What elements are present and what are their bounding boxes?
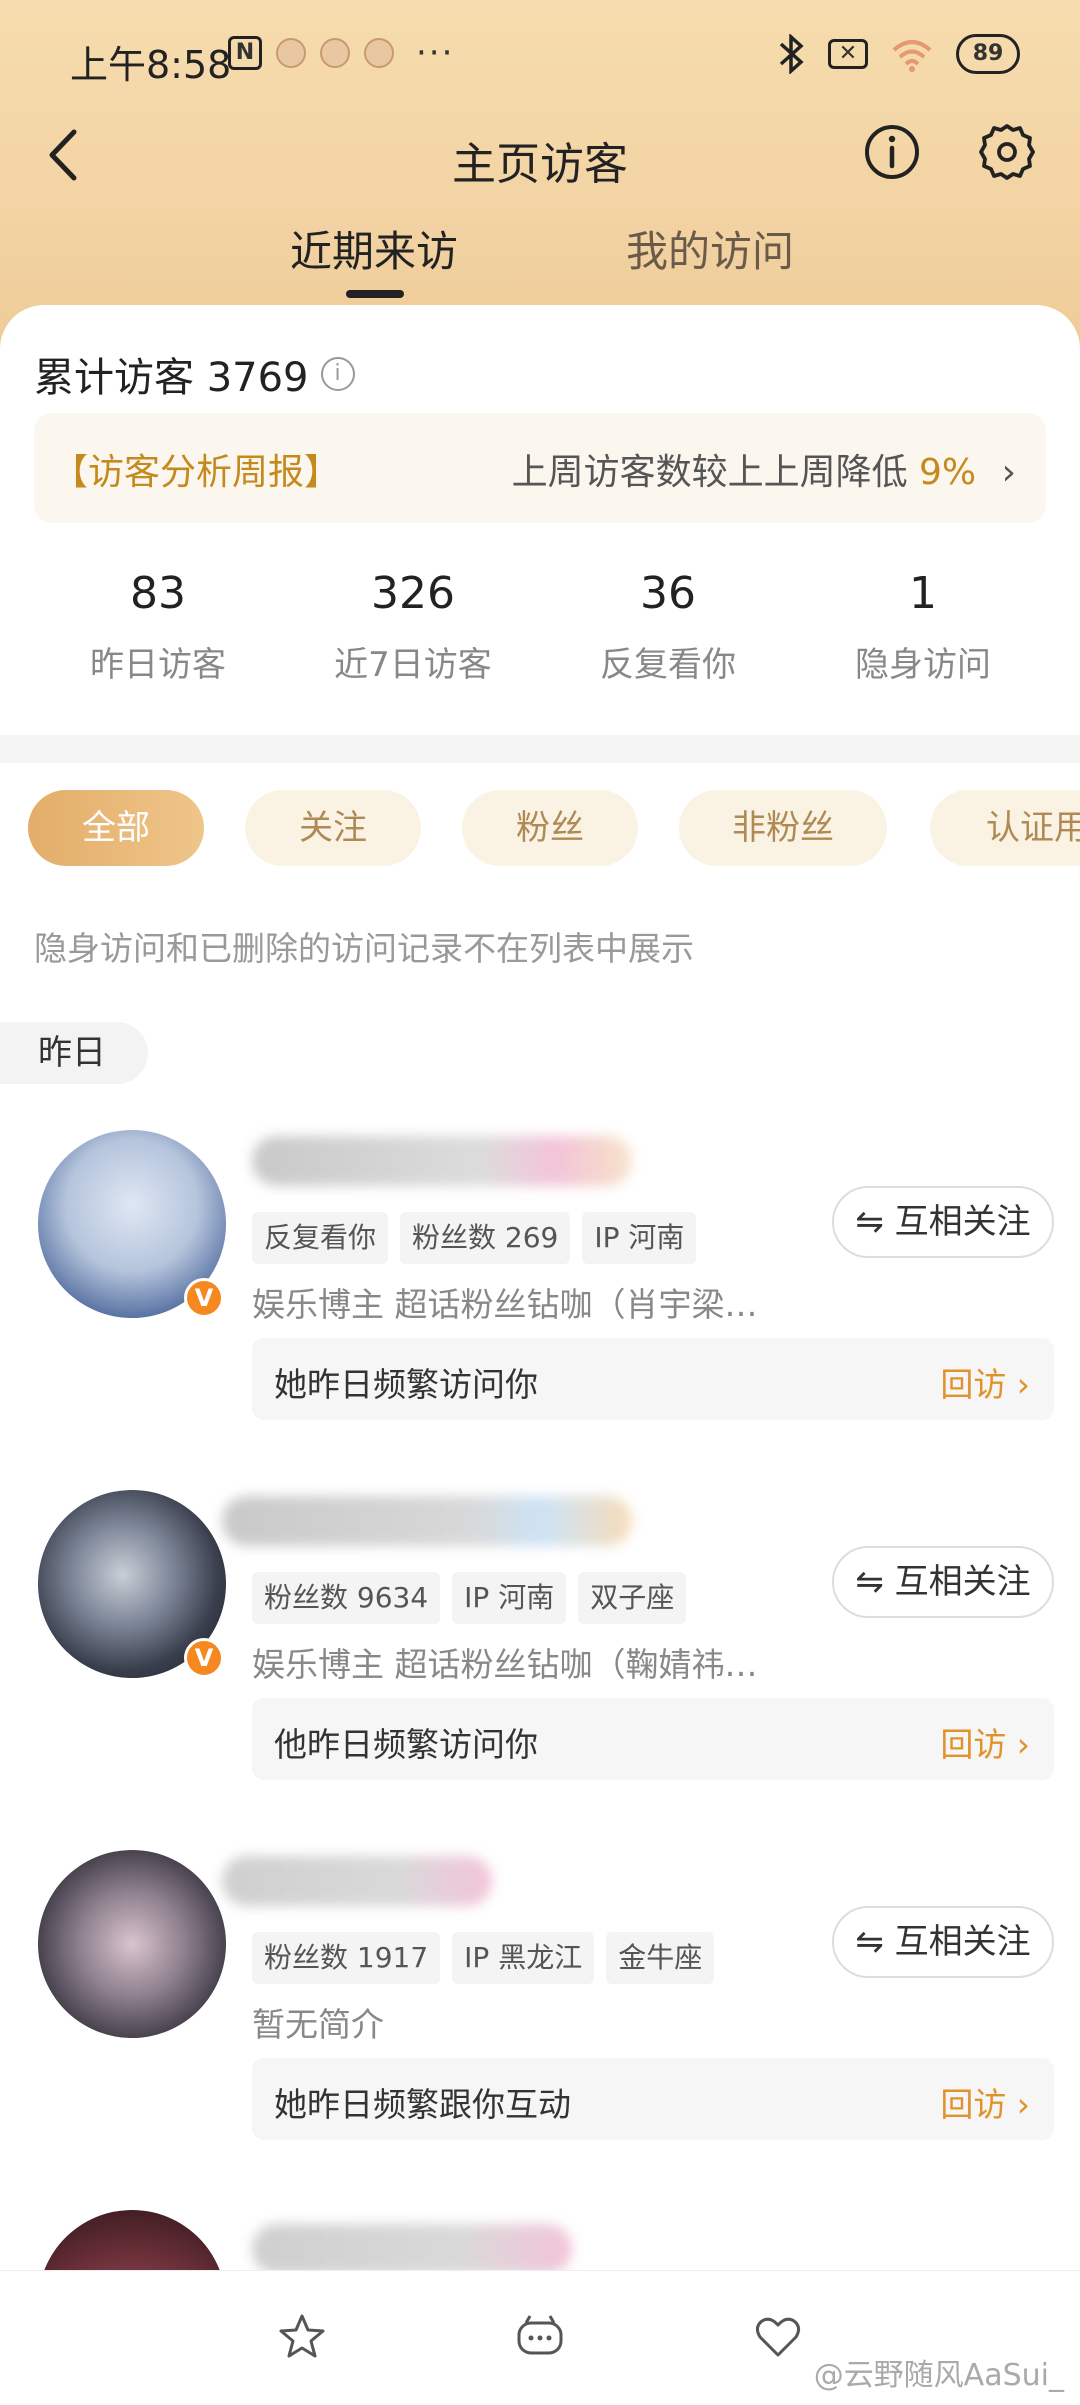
weekly-report-summary: 上周访客数较上上周降低 9% › (512, 443, 1016, 495)
visitor-item[interactable]: V 反复看你 粉丝数 269 IP 河南 娱乐博主 超话粉丝钻咖（肖宇梁… ⇋ … (0, 1130, 1080, 1430)
visitor-tag: 粉丝数 1917 (252, 1932, 441, 1984)
weekly-report-banner[interactable]: 【访客分析周报】 上周访客数较上上周降低 9% › (34, 413, 1046, 523)
status-icons-left: N ··· (228, 36, 454, 70)
visitor-tag: IP 河南 (452, 1572, 567, 1624)
star-icon[interactable] (276, 2311, 328, 2363)
gear-icon[interactable] (975, 120, 1039, 184)
more-notifications-icon: ··· (416, 33, 455, 73)
mutual-follow-button[interactable]: ⇋ 互相关注 (832, 1546, 1054, 1618)
username-blurred[interactable] (252, 2224, 572, 2270)
tab-my-visits[interactable]: 我的访问 (626, 218, 794, 279)
verified-badge-icon: V (184, 1278, 224, 1318)
revisit-button[interactable]: 回访 › (940, 1718, 1030, 1766)
status-icons-right: ✕ 89 (776, 34, 1020, 74)
mutual-follow-button[interactable]: ⇋ 互相关注 (832, 1186, 1054, 1258)
stat-hidden-visits[interactable]: 1 隐身访问 (798, 568, 1048, 686)
visitor-tag: IP 黑龙江 (452, 1932, 595, 1984)
stats-row: 83 昨日访客 326 近7日访客 36 反复看你 1 隐身访问 (0, 568, 1080, 698)
stat-last-7-days[interactable]: 326 近7日访客 (288, 568, 538, 686)
filter-following[interactable]: 关注 (245, 790, 421, 866)
stat-label: 近7日访客 (334, 645, 492, 685)
chat-icon[interactable] (514, 2311, 566, 2363)
stat-yesterday[interactable]: 83 昨日访客 (33, 568, 283, 686)
stat-label: 反复看你 (600, 645, 736, 685)
filter-all[interactable]: 全部 (28, 790, 204, 866)
status-time: 上午8:58 (70, 43, 232, 87)
top-nav: 主页访客 (0, 110, 1080, 200)
avatar[interactable] (38, 1850, 226, 2038)
avatar[interactable] (38, 2210, 226, 2270)
day-section-label: 昨日 (0, 1022, 148, 1084)
heart-icon[interactable] (752, 2311, 804, 2363)
battery-icon: 89 (956, 34, 1020, 74)
total-visitors-label: 累计访客 3769 (34, 355, 309, 401)
no-sim-icon: ✕ (828, 39, 868, 69)
visitor-tag: 粉丝数 9634 (252, 1572, 441, 1624)
tab-recent-visits[interactable]: 近期来访 (290, 218, 458, 279)
stat-value: 83 (130, 568, 186, 619)
visit-frequency-text: 她昨日频繁跟你互动 (274, 2085, 571, 2124)
username-blurred[interactable] (252, 1136, 632, 1186)
wifi-icon (892, 40, 932, 72)
stat-value: 326 (371, 568, 455, 619)
list-notice: 隐身访问和已删除的访问记录不在列表中展示 (34, 929, 694, 968)
visit-frequency-text: 他昨日频繁访问你 (274, 1725, 538, 1764)
visitor-tag: 金牛座 (606, 1932, 715, 1984)
visitor-bio: 娱乐博主 超话粉丝钻咖（肖宇梁… (252, 1285, 758, 1324)
app-notification-icon (364, 38, 394, 68)
chevron-right-icon: › (1001, 452, 1016, 493)
visitor-tags: 粉丝数 1917 IP 黑龙江 金牛座 (252, 1932, 715, 1984)
filter-verified[interactable]: 认证用 (930, 790, 1080, 866)
visitor-tag: 反复看你 (252, 1212, 389, 1264)
stat-value: 36 (640, 568, 696, 619)
visitor-bio: 娱乐博主 超话粉丝钻咖（鞠婧祎… (252, 1645, 758, 1684)
visit-frequency-bar: 她昨日频繁访问你 回访 › (252, 1338, 1054, 1420)
username-blurred[interactable] (222, 1496, 632, 1546)
active-tab-indicator (346, 290, 404, 298)
visitor-tag: 粉丝数 269 (400, 1212, 571, 1264)
visitor-tags: 反复看你 粉丝数 269 IP 河南 (252, 1212, 697, 1264)
stat-repeat-viewers[interactable]: 36 反复看你 (543, 568, 793, 686)
visitor-item[interactable] (0, 2210, 1080, 2270)
watermark: @云野随风AaSui_ (813, 2358, 1064, 2393)
filter-non-fans[interactable]: 非粉丝 (679, 790, 887, 866)
visit-frequency-text: 她昨日频繁访问你 (274, 1365, 538, 1404)
mutual-follow-button[interactable]: ⇋ 互相关注 (832, 1906, 1054, 1978)
total-visitors: 累计访客 3769 i (34, 345, 355, 403)
visit-frequency-bar: 她昨日频繁跟你互动 回访 › (252, 2058, 1054, 2140)
visitor-item[interactable]: V 粉丝数 9634 IP 河南 双子座 娱乐博主 超话粉丝钻咖（鞠婧祎… ⇋ … (0, 1490, 1080, 1790)
visitor-tag: 双子座 (578, 1572, 687, 1624)
tab-bar: 近期来访 我的访问 (0, 218, 1080, 308)
revisit-button[interactable]: 回访 › (940, 2078, 1030, 2126)
app-notification-icon (276, 38, 306, 68)
weekly-report-text: 上周访客数较上上周降低 (511, 452, 920, 493)
nfc-icon: N (228, 36, 262, 70)
verified-badge-icon: V (184, 1638, 224, 1678)
weekly-report-title: 【访客分析周报】 (52, 452, 341, 493)
filter-chips: 全部 关注 粉丝 非粉丝 认证用 (0, 790, 1080, 870)
status-bar: 上午8:58 N ··· ✕ 89 (0, 0, 1080, 120)
revisit-button[interactable]: 回访 › (940, 1358, 1030, 1406)
filter-fans[interactable]: 粉丝 (462, 790, 638, 866)
stat-value: 1 (909, 568, 937, 619)
visitor-item[interactable]: 粉丝数 1917 IP 黑龙江 金牛座 暂无简介 ⇋ 互相关注 她昨日频繁跟你互… (0, 1850, 1080, 2150)
stat-label: 昨日访客 (90, 645, 226, 685)
section-divider (0, 735, 1080, 763)
total-info-icon[interactable]: i (320, 357, 355, 391)
visitor-tags: 粉丝数 9634 IP 河南 双子座 (252, 1572, 687, 1624)
weekly-report-percent: 9% (919, 452, 977, 493)
app-notification-icon (320, 38, 350, 68)
info-icon[interactable] (862, 122, 922, 182)
visitor-tag: IP 河南 (582, 1212, 697, 1264)
stat-label: 隐身访问 (855, 645, 991, 685)
visit-frequency-bar: 他昨日频繁访问你 回访 › (252, 1698, 1054, 1780)
username-blurred[interactable] (222, 1856, 492, 1906)
visitor-bio: 暂无简介 (252, 2005, 384, 2044)
bluetooth-icon (779, 34, 804, 74)
